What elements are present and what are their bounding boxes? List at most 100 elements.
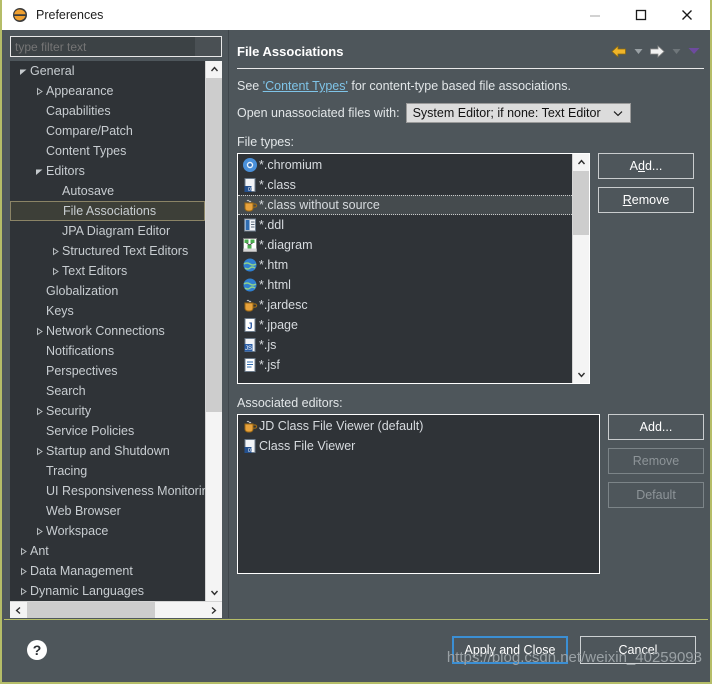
twisty-collapsed-icon[interactable]	[48, 247, 62, 256]
file-types-scrollbar[interactable]	[572, 154, 589, 383]
search-input[interactable]	[11, 38, 195, 55]
twisty-collapsed-icon[interactable]	[16, 547, 30, 556]
file-type-row[interactable]: 01 *.class	[238, 175, 572, 195]
sidebar-item-label: UI Responsiveness Monitoring	[46, 484, 205, 498]
file-type-row[interactable]: *.jsf	[238, 355, 572, 375]
file-type-row[interactable]: *.chromium	[238, 155, 572, 175]
file-types-scroll-thumb[interactable]	[573, 171, 589, 236]
sidebar-item-web-browser[interactable]: Web Browser	[10, 501, 205, 521]
page-title: File Associations	[237, 43, 344, 59]
twisty-collapsed-icon[interactable]	[32, 527, 46, 536]
sidebar-item-compare-patch[interactable]: Compare/Patch	[10, 121, 205, 141]
sidebar-item-structured-text-editors[interactable]: Structured Text Editors	[10, 241, 205, 261]
cancel-button[interactable]: Cancel	[580, 636, 696, 664]
page-header-divider	[237, 68, 704, 69]
twisty-collapsed-icon[interactable]	[16, 567, 30, 576]
associated-editors-list[interactable]: JD Class File Viewer (default) 01 Class Fi…	[237, 414, 600, 574]
file-type-row[interactable]: *.diagram	[238, 235, 572, 255]
file-type-row[interactable]: JS *.js	[238, 335, 572, 355]
filter-clear-area[interactable]	[195, 37, 221, 56]
tree-hscroll-track[interactable]	[27, 602, 205, 618]
sidebar-item-jpa-diagram-editor[interactable]: JPA Diagram Editor	[10, 221, 205, 241]
back-arrow-icon[interactable]	[608, 41, 630, 61]
sidebar-item-service-policies[interactable]: Service Policies	[10, 421, 205, 441]
file-type-row[interactable]: *.html	[238, 275, 572, 295]
sidebar-item-autosave[interactable]: Autosave	[10, 181, 205, 201]
twisty-collapsed-icon[interactable]	[32, 447, 46, 456]
minimize-icon[interactable]	[572, 0, 618, 30]
sidebar-item-dynamic-languages[interactable]: Dynamic Languages	[10, 581, 205, 601]
scroll-left-arrow-icon[interactable]	[10, 602, 27, 618]
sidebar-item-startup-and-shutdown[interactable]: Startup and Shutdown	[10, 441, 205, 461]
scroll-up-arrow-icon[interactable]	[573, 154, 589, 171]
file-type-row[interactable]: *.ddl	[238, 215, 572, 235]
tree-scroll-track[interactable]	[206, 78, 222, 584]
twisty-expanded-icon[interactable]	[32, 167, 46, 176]
tree-horizontal-scrollbar[interactable]	[10, 601, 222, 618]
apply-and-close-button[interactable]: Apply and Close	[452, 636, 568, 664]
scroll-up-arrow-icon[interactable]	[206, 61, 222, 78]
sidebar-item-keys[interactable]: Keys	[10, 301, 205, 321]
associated-add-button[interactable]: Add...	[608, 414, 704, 440]
sidebar-item-label: Startup and Shutdown	[46, 444, 170, 458]
twisty-collapsed-icon[interactable]	[16, 587, 30, 596]
sidebar-item-text-editors[interactable]: Text Editors	[10, 261, 205, 281]
sidebar-item-network-connections[interactable]: Network Connections	[10, 321, 205, 341]
scroll-down-arrow-icon[interactable]	[573, 366, 589, 383]
sidebar-item-perspectives[interactable]: Perspectives	[10, 361, 205, 381]
preference-tree-row: General Appearance Capabilities Compare/Pat…	[10, 61, 222, 601]
file-types-list[interactable]: *.chromium 01 *.class *.class without sourc…	[237, 153, 590, 384]
tree-scroll-thumb[interactable]	[206, 78, 222, 412]
twisty-expanded-icon[interactable]	[16, 67, 30, 76]
file-type-row[interactable]: *.class without source	[238, 195, 572, 215]
associated-editor-row[interactable]: JD Class File Viewer (default)	[238, 416, 599, 436]
scroll-down-arrow-icon[interactable]	[206, 584, 222, 601]
preference-tree[interactable]: General Appearance Capabilities Compare/Pat…	[10, 61, 205, 601]
tree-vertical-scrollbar[interactable]	[205, 61, 222, 601]
associated-editor-row[interactable]: 01 Class File Viewer	[238, 436, 599, 456]
cancel-label: Cancel	[618, 643, 658, 657]
help-icon[interactable]: ?	[26, 639, 48, 661]
sidebar-item-capabilities[interactable]: Capabilities	[10, 101, 205, 121]
sidebar-item-data-management[interactable]: Data Management	[10, 561, 205, 581]
sidebar-item-ui-responsiveness-monitoring[interactable]: UI Responsiveness Monitoring	[10, 481, 205, 501]
sidebar-item-notifications[interactable]: Notifications	[10, 341, 205, 361]
sidebar-item-appearance[interactable]: Appearance	[10, 81, 205, 101]
sidebar-item-globalization[interactable]: Globalization	[10, 281, 205, 301]
sidebar-item-general[interactable]: General	[10, 61, 205, 81]
sidebar-item-workspace[interactable]: Workspace	[10, 521, 205, 541]
twisty-collapsed-icon[interactable]	[32, 327, 46, 336]
back-chevron-down-icon[interactable]	[630, 41, 646, 61]
sidebar-item-tracing[interactable]: Tracing	[10, 461, 205, 481]
associated-editors-list-inner[interactable]: JD Class File Viewer (default) 01 Class Fi…	[238, 415, 599, 573]
scroll-right-arrow-icon[interactable]	[205, 602, 222, 618]
file-types-remove-button[interactable]: Remove	[598, 187, 694, 213]
sidebar-item-search[interactable]: Search	[10, 381, 205, 401]
file-types-list-inner[interactable]: *.chromium 01 *.class *.class without sourc…	[238, 154, 572, 383]
sidebar-item-security[interactable]: Security	[10, 401, 205, 421]
file-types-scroll-track[interactable]	[573, 171, 589, 366]
file-type-row[interactable]: J *.jpage	[238, 315, 572, 335]
close-icon[interactable]	[664, 0, 710, 30]
file-types-add-button[interactable]: Add...	[598, 153, 694, 179]
unassociated-files-select[interactable]: System Editor; if none: Text Editor	[405, 103, 631, 123]
sidebar-item-file-associations[interactable]: File Associations	[10, 201, 205, 221]
twisty-collapsed-icon[interactable]	[32, 407, 46, 416]
twisty-collapsed-icon[interactable]	[48, 267, 62, 276]
tree-hscroll-thumb[interactable]	[27, 602, 156, 618]
content-types-link[interactable]: 'Content Types'	[263, 79, 348, 93]
associated-editors-buttons: Add... Remove Default	[608, 414, 704, 574]
view-menu-chevron-icon[interactable]	[684, 41, 704, 61]
twisty-collapsed-icon[interactable]	[32, 87, 46, 96]
file-type-row[interactable]: *.htm	[238, 255, 572, 275]
sidebar-item-content-types[interactable]: Content Types	[10, 141, 205, 161]
preferences-dialog: Preferences General Appearance Capabilitie…	[0, 0, 712, 684]
sidebar-item-ant[interactable]: Ant	[10, 541, 205, 561]
maximize-icon[interactable]	[618, 0, 664, 30]
filter-box[interactable]	[10, 36, 222, 57]
file-type-row[interactable]: *.jardesc	[238, 295, 572, 315]
forward-arrow-icon[interactable]	[646, 41, 668, 61]
sidebar-item-editors[interactable]: Editors	[10, 161, 205, 181]
globe-icon	[241, 257, 259, 273]
forward-chevron-down-icon[interactable]	[668, 41, 684, 61]
